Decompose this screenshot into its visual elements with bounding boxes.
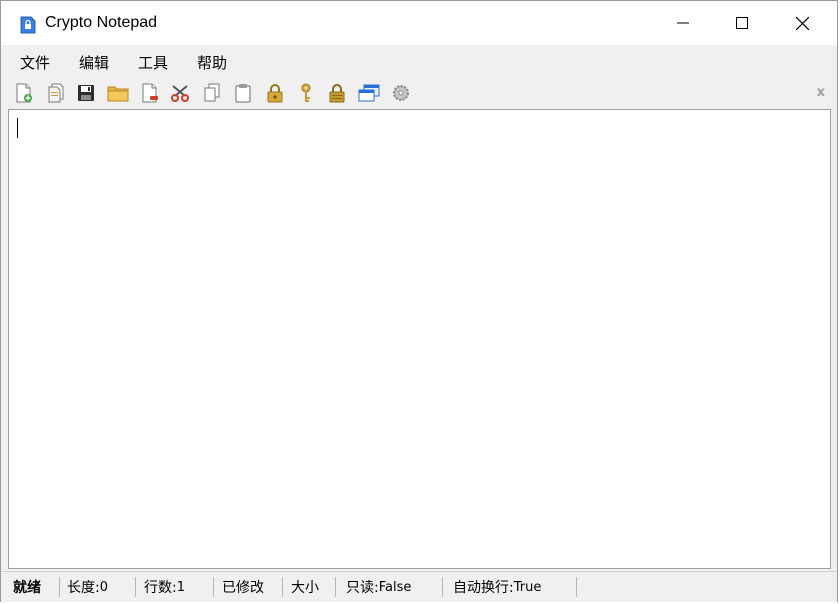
toolbar: x (1, 77, 837, 109)
status-separator (335, 577, 336, 597)
close-button[interactable] (772, 1, 832, 45)
status-size: 大小 (291, 580, 319, 596)
lock-icon (267, 84, 283, 103)
encrypt-lock-icon (329, 84, 345, 103)
windows-button[interactable] (358, 82, 380, 104)
status-modified: 已修改 (222, 580, 264, 596)
status-bar: 就绪 长度: 0 行数: 1 已修改 大小 只读: False 自动换行: Tr… (1, 571, 837, 602)
status-wordwrap-value: True (513, 579, 542, 595)
save-icon (78, 85, 94, 101)
status-separator (576, 577, 577, 597)
maximize-icon (736, 17, 748, 29)
new-file-button[interactable] (13, 82, 35, 104)
minimize-button[interactable] (653, 1, 713, 45)
new-file-icon (16, 83, 32, 103)
cut-icon (171, 85, 189, 102)
text-editor[interactable] (8, 109, 831, 569)
status-separator (59, 577, 60, 597)
window-title: Crypto Notepad (45, 14, 158, 31)
settings-button[interactable] (390, 82, 412, 104)
open-folder-button[interactable] (107, 82, 129, 104)
key-button[interactable] (295, 82, 317, 104)
paste-icon (235, 84, 251, 103)
menu-tools[interactable]: 工具 (138, 52, 168, 73)
status-separator (282, 577, 283, 597)
menu-bar: 文件 编辑 工具 帮助 (1, 45, 837, 77)
menu-edit[interactable]: 编辑 (79, 52, 109, 73)
copy-icon (204, 83, 220, 102)
status-lines-value: 1 (176, 579, 185, 595)
text-caret (17, 118, 18, 138)
status-separator (442, 577, 443, 597)
delete-file-button[interactable] (139, 82, 161, 104)
menu-help[interactable]: 帮助 (197, 52, 227, 73)
key-icon (301, 83, 311, 102)
open-file-icon (48, 83, 64, 103)
open-file-button[interactable] (45, 82, 67, 104)
save-button[interactable] (75, 82, 97, 104)
status-ready: 就绪 (13, 580, 41, 596)
maximize-button[interactable] (712, 1, 772, 45)
settings-icon (393, 85, 409, 101)
status-wordwrap-label: 自动换行: (453, 580, 514, 596)
minimize-icon (677, 22, 689, 24)
status-wordwrap: 自动换行: True (453, 576, 541, 598)
windows-icon (358, 84, 380, 102)
status-lines-label: 行数: (144, 580, 177, 596)
status-readonly: 只读: False (346, 576, 411, 598)
copy-button[interactable] (201, 82, 223, 104)
status-separator (135, 577, 136, 597)
status-lines: 行数: 1 (144, 576, 185, 598)
status-length-value: 0 (99, 579, 108, 595)
status-separator (213, 577, 214, 597)
cut-button[interactable] (169, 82, 191, 104)
status-length: 长度: 0 (67, 576, 108, 598)
notepad-lock-icon (20, 16, 36, 34)
toolbar-close-button[interactable]: x (817, 85, 825, 100)
folder-icon (107, 86, 129, 102)
encrypt-button[interactable] (326, 82, 348, 104)
status-readonly-label: 只读: (346, 580, 379, 596)
delete-file-icon (142, 83, 158, 103)
close-icon (795, 16, 809, 30)
title-bar[interactable]: Crypto Notepad (1, 1, 837, 45)
app-window: Crypto Notepad 文件 编辑 工具 帮助 x 就绪 长度: 0 行数… (0, 0, 838, 602)
lock-button[interactable] (264, 82, 286, 104)
paste-button[interactable] (232, 82, 254, 104)
menu-file[interactable]: 文件 (20, 52, 50, 73)
status-length-label: 长度: (67, 580, 100, 596)
status-readonly-value: False (378, 579, 412, 595)
